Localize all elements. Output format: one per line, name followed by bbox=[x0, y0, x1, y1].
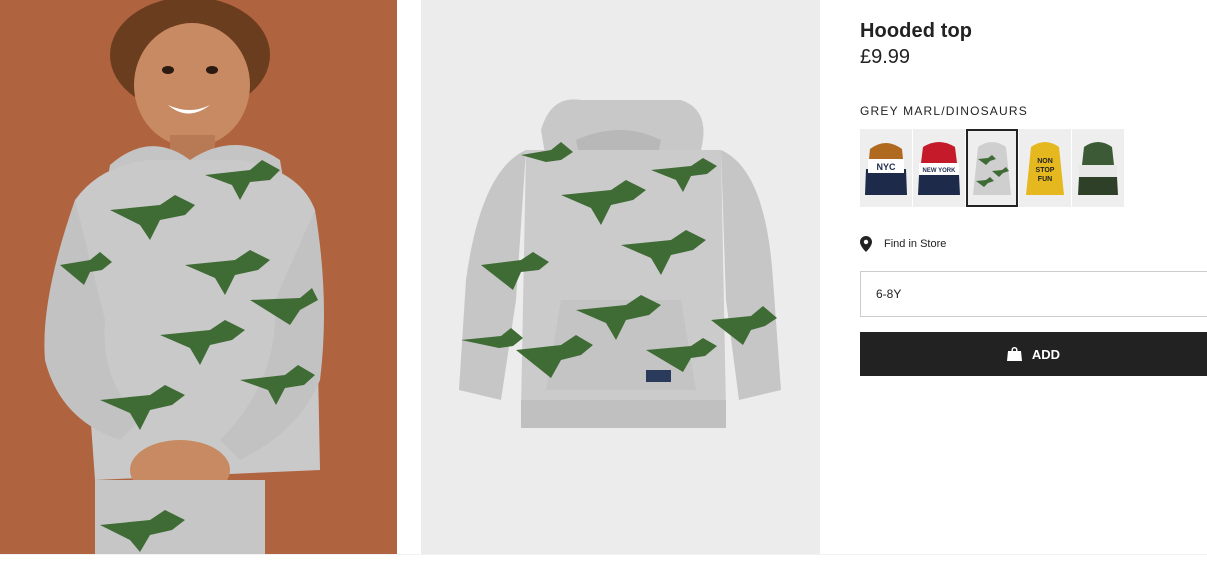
svg-text:STOP: STOP bbox=[1036, 167, 1055, 174]
product-price: £9.99 bbox=[860, 46, 911, 68]
page-bottom-strip bbox=[0, 554, 1207, 566]
product-title: Hooded top bbox=[860, 20, 973, 42]
svg-text:FUN: FUN bbox=[1038, 176, 1052, 183]
flat-photo-illustration bbox=[421, 0, 820, 554]
new-york-hoodie-thumbnail: NEW YORK bbox=[913, 129, 965, 207]
flat-product-image[interactable] bbox=[421, 0, 820, 554]
svg-text:NYC: NYC bbox=[876, 162, 896, 172]
camouflage-hoodie-thumbnail bbox=[1072, 129, 1124, 207]
svg-text:NEW YORK: NEW YORK bbox=[923, 168, 957, 174]
add-to-bag-button[interactable]: ADD bbox=[860, 332, 1207, 376]
swatch-nyc[interactable]: NYC bbox=[860, 129, 912, 207]
size-select[interactable]: 6-8Y bbox=[860, 271, 1207, 317]
swatch-non-stop-fun[interactable]: NON STOP FUN bbox=[1019, 129, 1071, 207]
size-select-value: 6-8Y bbox=[876, 287, 902, 301]
model-photo-illustration bbox=[0, 0, 397, 554]
swatch-grey-marl-dinosaurs[interactable] bbox=[966, 129, 1018, 207]
dinosaur-hoodie-thumbnail bbox=[966, 129, 1018, 207]
find-in-store-label: Find in Store bbox=[884, 238, 947, 250]
find-in-store-link[interactable]: Find in Store bbox=[860, 236, 946, 252]
svg-text:NON: NON bbox=[1037, 158, 1053, 165]
add-button-label: ADD bbox=[1031, 346, 1061, 362]
map-pin-icon bbox=[860, 236, 872, 252]
shopping-bag-icon bbox=[1006, 347, 1022, 361]
color-swatches: NYC NEW YORK NON STOP FUN bbox=[860, 129, 1124, 207]
nyc-hoodie-thumbnail: NYC bbox=[860, 129, 912, 207]
swatch-camouflage[interactable] bbox=[1072, 129, 1124, 207]
color-name-label: GREY MARL/DINOSAURS bbox=[860, 104, 1028, 118]
model-product-image[interactable] bbox=[0, 0, 397, 554]
non-stop-fun-hoodie-thumbnail: NON STOP FUN bbox=[1019, 129, 1071, 207]
swatch-new-york[interactable]: NEW YORK bbox=[913, 129, 965, 207]
